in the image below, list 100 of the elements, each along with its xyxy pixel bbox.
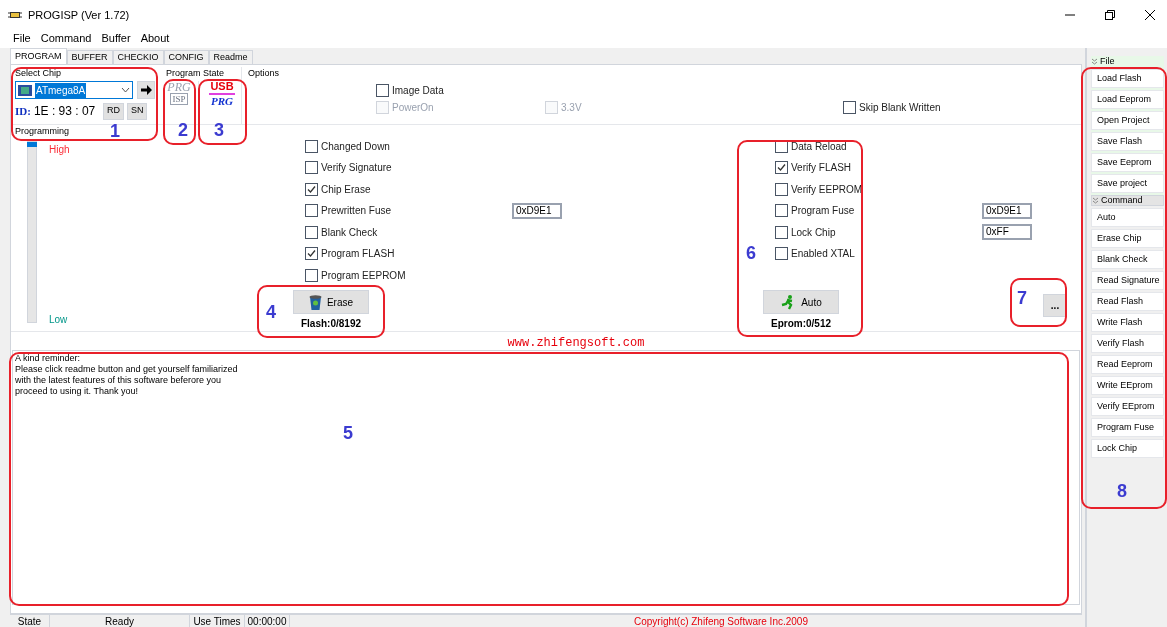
- sidebar-button[interactable]: Program Fuse: [1091, 418, 1164, 437]
- checkbox[interactable]: [775, 247, 788, 261]
- checkbox[interactable]: [305, 269, 318, 283]
- sidebar-button[interactable]: Verify Flash: [1091, 334, 1164, 353]
- group-title: Command: [1101, 193, 1143, 207]
- checkbox-label: Verify Signature: [321, 161, 392, 176]
- chip-name: ATmega8A: [35, 82, 87, 98]
- checkbox-label: Skip Blank Written: [859, 100, 941, 115]
- sidebar-button[interactable]: Read Flash: [1091, 292, 1164, 311]
- annotation-number: 1: [110, 121, 120, 141]
- auto-button[interactable]: Auto: [763, 290, 839, 314]
- sidebar-button[interactable]: Load Flash: [1091, 69, 1164, 88]
- log-line: Please click readme button and get yourself familiarized: [15, 364, 239, 375]
- checkbox-label: Image Data: [392, 83, 444, 98]
- sidebar-button[interactable]: Load Eeprom: [1091, 90, 1164, 109]
- annotation-number: 2: [178, 120, 188, 140]
- tab[interactable]: CHECKIO: [112, 50, 164, 64]
- check-icon: [307, 249, 316, 259]
- trash-can-icon: [308, 294, 322, 310]
- website-link[interactable]: www.zhifengsoft.com: [507, 337, 645, 350]
- sidebar-button[interactable]: Lock Chip: [1091, 439, 1164, 458]
- log-line: proceed to using it. Thank you!: [15, 386, 139, 397]
- sidebar-button[interactable]: Verify EEprom: [1091, 397, 1164, 416]
- checkbox[interactable]: [305, 247, 318, 261]
- window-title: PROGISP (Ver 1.72): [28, 7, 130, 23]
- checkbox[interactable]: [305, 204, 318, 218]
- checkbox[interactable]: [775, 204, 788, 218]
- annotation-number: 4: [266, 302, 276, 322]
- checkbox-label: Verify EEPROM: [791, 182, 863, 197]
- checkbox[interactable]: [305, 161, 318, 175]
- cable-drawing: [209, 92, 235, 96]
- restore-icon: [1105, 10, 1115, 20]
- fuse-field[interactable]: 0xD9E1: [982, 202, 1032, 219]
- checkbox-label: Program FLASH: [321, 247, 395, 262]
- tab[interactable]: PROGRAM: [10, 48, 67, 64]
- arrow-right-icon: [140, 85, 152, 95]
- annotation-number: 5: [343, 423, 353, 443]
- annotation-number: 8: [1117, 481, 1127, 501]
- tab[interactable]: CONFIG: [163, 50, 209, 64]
- sidebar-button[interactable]: Read Signature: [1091, 271, 1164, 290]
- chip-icon: [18, 84, 32, 96]
- checkbox-label: Data Reload: [791, 139, 847, 154]
- checkbox-label: Verify FLASH: [791, 161, 852, 176]
- chevron-down-icon: [121, 87, 130, 93]
- sidebar-button[interactable]: Write EEprom: [1091, 376, 1164, 395]
- menu-item[interactable]: About: [140, 29, 170, 47]
- sidebar-button[interactable]: Blank Check: [1091, 250, 1164, 269]
- menu-item[interactable]: Command: [40, 29, 92, 47]
- slider-low-label: Low: [49, 313, 68, 327]
- group-title: Program State: [166, 67, 226, 79]
- sidebar-group-header[interactable]: File: [1091, 56, 1164, 67]
- chip-button[interactable]: SN: [126, 102, 148, 120]
- chip-button[interactable]: RD: [102, 102, 124, 120]
- tab[interactable]: Readme: [208, 50, 253, 64]
- logo-text: ISP: [170, 93, 188, 105]
- fuse-field[interactable]: 0xFF: [982, 224, 1032, 241]
- checkbox-label: Chip Erase: [321, 182, 371, 197]
- sidebar-button[interactable]: Auto: [1091, 208, 1164, 227]
- chevron-down-icon: [1091, 58, 1098, 65]
- checkbox[interactable]: [775, 161, 788, 175]
- checkbox-label: Enabled XTAL: [791, 247, 855, 262]
- more-button[interactable]: ...: [1043, 294, 1067, 317]
- arrow-button[interactable]: [137, 81, 155, 99]
- sidebar-button[interactable]: Open Project: [1091, 111, 1164, 130]
- fuse-field[interactable]: 0xD9E1: [512, 202, 562, 219]
- check-icon: [777, 163, 786, 173]
- flash-counter: Flash:0/8192: [300, 317, 361, 331]
- sidebar-group-header[interactable]: Command: [1091, 195, 1164, 206]
- log-line: A kind reminder:: [15, 353, 82, 364]
- checkbox[interactable]: [775, 182, 788, 196]
- checkbox[interactable]: [305, 139, 318, 153]
- erase-button[interactable]: Erase: [293, 290, 369, 314]
- checkbox[interactable]: [775, 225, 788, 239]
- tab[interactable]: BUFFER: [66, 50, 113, 64]
- menu-item[interactable]: File: [13, 29, 31, 47]
- sidebar-button[interactable]: Erase Chip: [1091, 229, 1164, 248]
- chevron-down-icon: [1092, 197, 1099, 204]
- checkbox[interactable]: [843, 100, 856, 114]
- checkbox[interactable]: [376, 83, 389, 97]
- checkbox-label: Blank Check: [321, 225, 378, 240]
- close-icon: [1145, 10, 1155, 20]
- checkbox-label: Program Fuse: [791, 204, 855, 219]
- sidebar-button[interactable]: Save project: [1091, 174, 1164, 193]
- group-title: Select Chip: [15, 67, 63, 79]
- sidebar-button[interactable]: Read Eeprom: [1091, 355, 1164, 374]
- sidebar-button[interactable]: Save Flash: [1091, 132, 1164, 151]
- menu-item[interactable]: Buffer: [101, 29, 131, 47]
- annotation-number: 3: [214, 120, 224, 140]
- checkbox[interactable]: [305, 182, 318, 196]
- chip-dropdown[interactable]: ATmega8A: [15, 81, 133, 99]
- checkbox-label: Program EEPROM: [321, 269, 406, 284]
- checkbox-label: Lock Chip: [791, 225, 836, 240]
- status-label: Use Times: [190, 613, 245, 627]
- sidebar-button[interactable]: Write Flash: [1091, 313, 1164, 332]
- sidebar-button[interactable]: Save Eeprom: [1091, 153, 1164, 172]
- checkbox-label: Changed Down: [321, 139, 390, 154]
- checkbox[interactable]: [305, 225, 318, 239]
- slider-thumb[interactable]: [27, 142, 37, 147]
- chip-id: 1E : 93 : 07: [33, 103, 97, 120]
- check-icon: [307, 184, 316, 194]
